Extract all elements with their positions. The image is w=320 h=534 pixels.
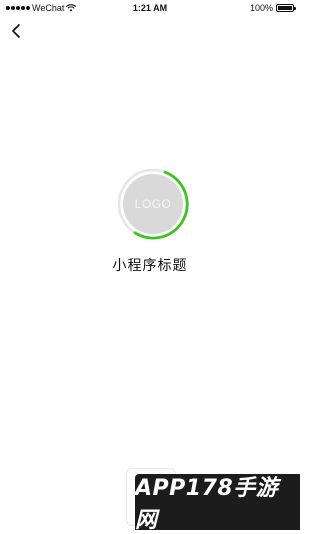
back-button[interactable] xyxy=(8,22,26,40)
app-title: 小程序标题 xyxy=(112,258,188,274)
logo-text: LOGO xyxy=(134,197,172,211)
logo-placeholder: LOGO xyxy=(123,174,183,234)
status-bar: WeChat 1:21 AM 100% xyxy=(0,0,300,18)
watermark-text: APP178手游网 xyxy=(135,476,279,533)
chevron-left-icon xyxy=(12,24,20,38)
battery-percent: 100% xyxy=(249,3,273,13)
battery-level xyxy=(278,6,292,10)
battery-icon xyxy=(276,4,296,12)
status-bar-right: 100% xyxy=(249,3,296,13)
loading-logo: LOGO xyxy=(115,166,191,242)
watermark: APP178手游网 xyxy=(135,474,300,533)
